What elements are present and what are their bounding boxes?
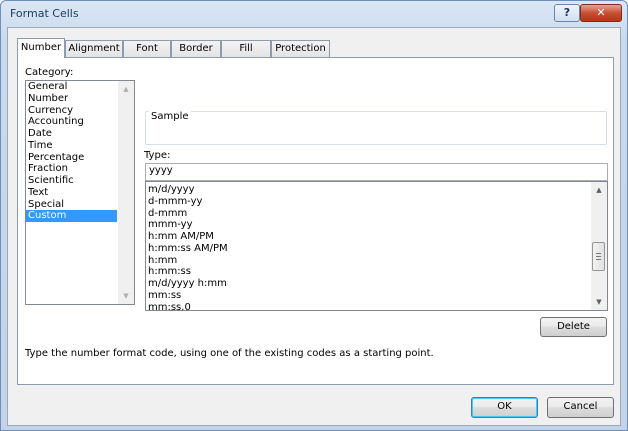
grip-line — [596, 253, 601, 254]
tab-fill[interactable]: Fill — [221, 40, 271, 57]
grip-line — [596, 256, 601, 257]
type-item[interactable]: h:mm — [146, 255, 607, 267]
type-scroll-up-icon[interactable]: ▲ — [591, 182, 607, 198]
tab-number[interactable]: Number — [17, 38, 65, 58]
title-bar[interactable]: Format Cells ? ✕ — [1, 1, 627, 27]
type-item[interactable]: h:mm:ss — [146, 266, 607, 278]
hint-text: Type the number format code, using one o… — [25, 348, 434, 359]
category-label: Category: — [25, 67, 74, 78]
tab-font[interactable]: Font — [123, 40, 171, 57]
help-button[interactable]: ? — [554, 4, 580, 22]
type-items: m/d/yyyy d-mmm-yy d-mmm mmm-yy h:mm AM/P… — [146, 182, 607, 311]
grip-line — [596, 259, 601, 260]
type-input[interactable]: yyyy — [145, 163, 608, 181]
type-item[interactable]: mmm-yy — [146, 219, 607, 231]
type-item[interactable]: mm:ss.0 — [146, 302, 607, 311]
category-scrollbar[interactable]: ▲ ▼ — [118, 81, 134, 304]
type-item[interactable]: h:mm AM/PM — [146, 231, 607, 243]
dialog-footer: OK Cancel — [8, 385, 620, 425]
type-item[interactable]: mm:ss — [146, 290, 607, 302]
delete-button[interactable]: Delete — [540, 317, 607, 337]
ok-button[interactable]: OK — [471, 397, 538, 418]
type-label: Type: — [144, 150, 171, 161]
type-item[interactable]: m/d/yyyy h:mm — [146, 278, 607, 290]
type-scroll-thumb[interactable] — [592, 242, 605, 271]
type-scrollbar[interactable]: ▲ ▼ — [591, 182, 607, 310]
type-item[interactable]: h:mm:ss AM/PM — [146, 243, 607, 255]
tab-border[interactable]: Border — [171, 40, 221, 57]
type-item[interactable]: m/d/yyyy — [146, 184, 607, 196]
type-listbox[interactable]: m/d/yyyy d-mmm-yy d-mmm mmm-yy h:mm AM/P… — [145, 181, 608, 311]
format-cells-dialog: Format Cells ? ✕ Number Alignment Font B… — [0, 0, 628, 431]
tab-alignment[interactable]: Alignment — [65, 40, 123, 57]
tab-protection[interactable]: Protection — [271, 40, 330, 57]
number-tab-panel: Category: General Number Currency Accoun… — [17, 57, 614, 385]
category-scroll-up-icon[interactable]: ▲ — [118, 81, 134, 97]
type-item[interactable]: d-mmm — [146, 208, 607, 220]
category-listbox[interactable]: General Number Currency Accounting Date … — [25, 80, 135, 305]
type-item[interactable]: d-mmm-yy — [146, 196, 607, 208]
sample-label: Sample — [149, 111, 191, 122]
category-scroll-down-icon[interactable]: ▼ — [118, 288, 134, 304]
type-scroll-down-icon[interactable]: ▼ — [591, 294, 607, 310]
cancel-button[interactable]: Cancel — [547, 397, 614, 418]
window-title: Format Cells — [10, 7, 79, 20]
close-button[interactable]: ✕ — [580, 4, 622, 22]
sample-groupbox: Sample — [145, 111, 607, 145]
dialog-body: Number Alignment Font Border Fill Protec… — [7, 27, 621, 426]
category-item-custom[interactable]: Custom — [26, 210, 117, 222]
